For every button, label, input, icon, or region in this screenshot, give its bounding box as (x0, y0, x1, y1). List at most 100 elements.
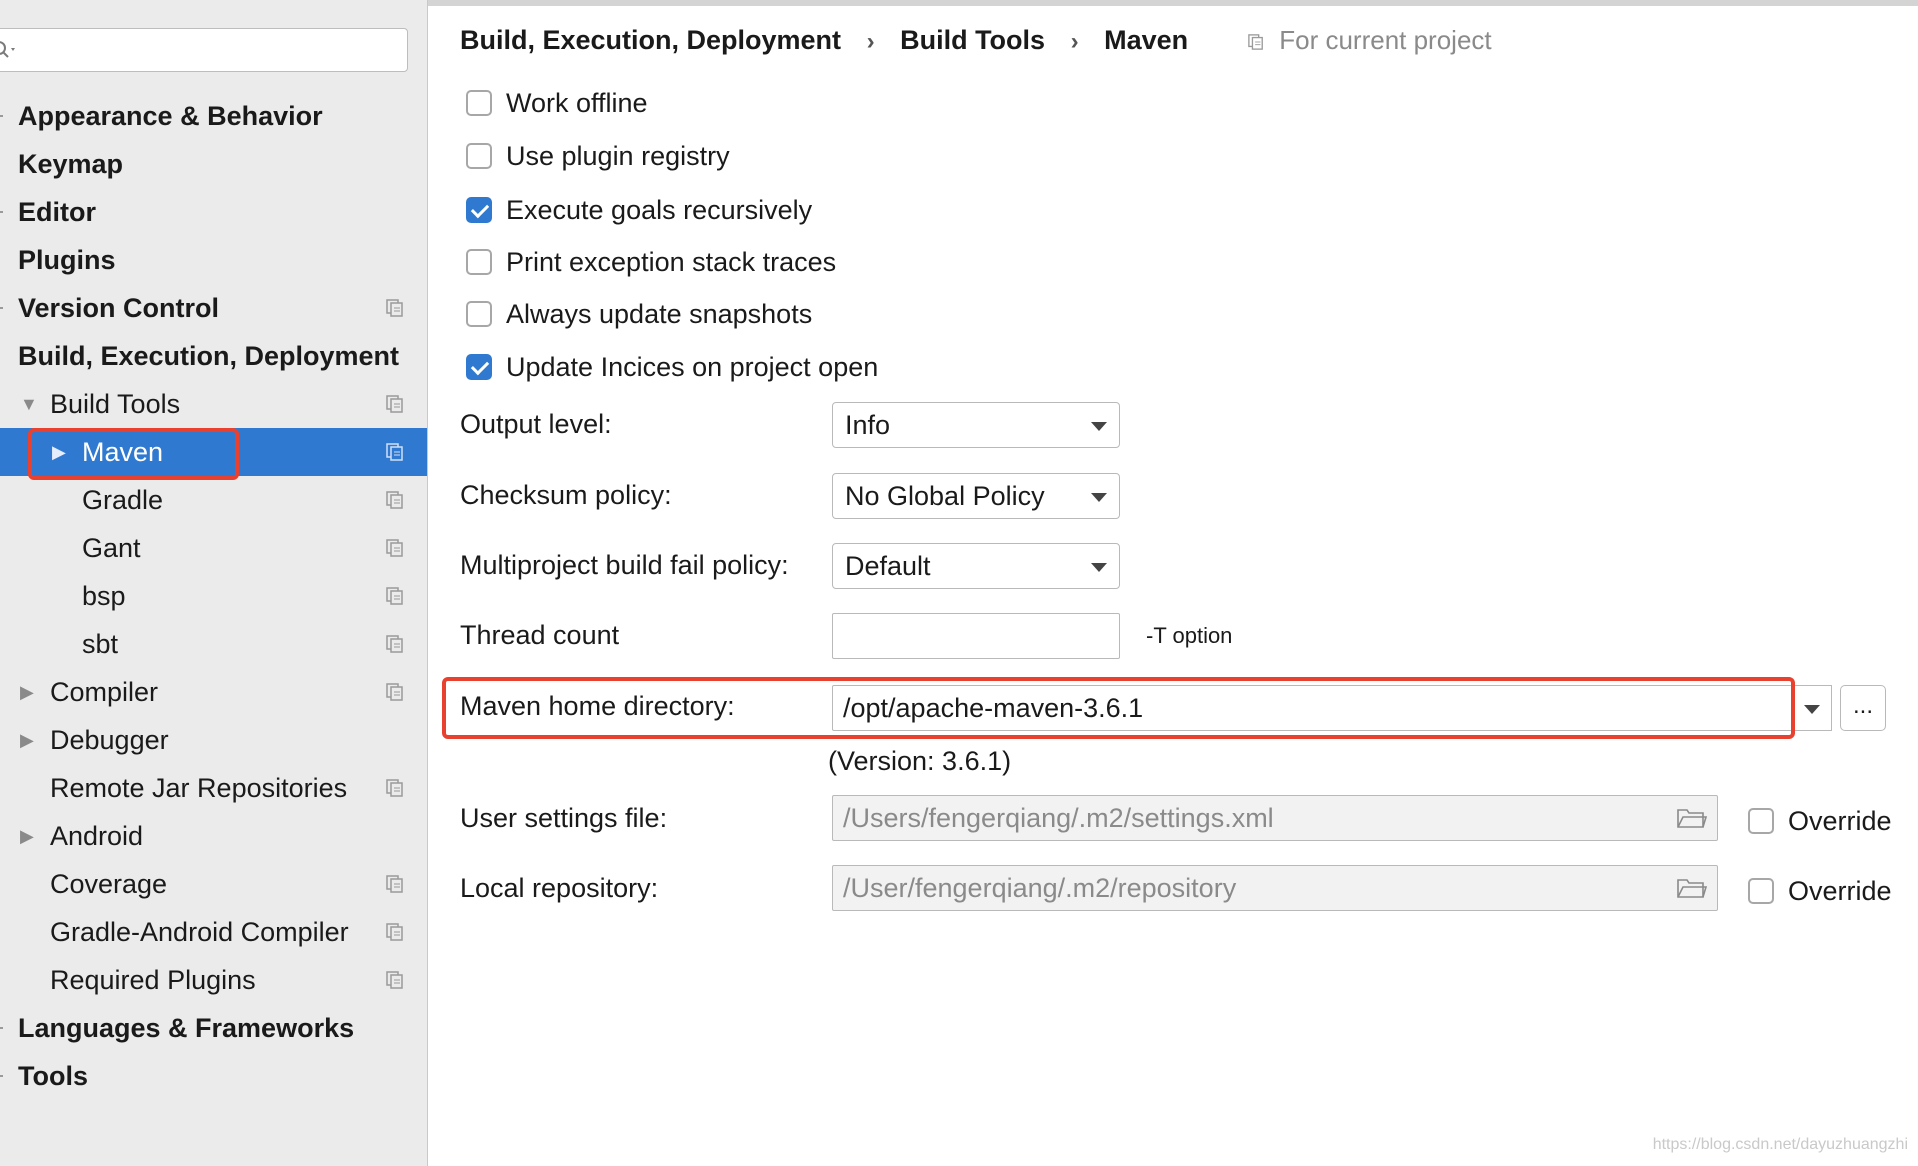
chevron-right-icon[interactable]: ▶ (20, 668, 34, 716)
maven-highlight-box (28, 428, 239, 480)
chevron-right-icon[interactable]: ▶ (20, 716, 34, 764)
project-scope-icon (386, 539, 403, 557)
user-settings-label: User settings file: (460, 803, 668, 833)
breadcrumb-item[interactable]: Build, Execution, Deployment (460, 20, 841, 60)
sidebar-item-gant[interactable]: Gant (0, 524, 427, 572)
dropdown-caret-icon (1091, 493, 1107, 502)
print-exception-stack-traces-checkbox[interactable] (466, 249, 492, 275)
local-repository-override-checkbox[interactable] (1748, 878, 1774, 904)
sidebar-item-sbt[interactable]: sbt (0, 620, 427, 668)
project-scope-icon (386, 635, 403, 653)
breadcrumb-item[interactable]: Build Tools (900, 20, 1045, 60)
checksum-policy-select[interactable]: No Global Policy (832, 473, 1120, 519)
sidebar-item-editor[interactable]: Editor (0, 188, 427, 236)
breadcrumb-separator: › (1070, 28, 1079, 55)
sidebar-item-build-tools[interactable]: ▼ Build Tools (0, 380, 427, 428)
sidebar-item-label: Build, Execution, Deployment (18, 341, 400, 371)
sidebar-item-label: Version Control (18, 293, 220, 323)
sidebar-item-bsp[interactable]: bsp (0, 572, 427, 620)
maven-version-text: (Version: 3.6.1) (828, 746, 1012, 776)
project-scope-icon (386, 971, 403, 989)
project-scope-icon (386, 875, 403, 893)
sidebar-item-debugger[interactable]: ▶ Debugger (0, 716, 427, 764)
multiproject-policy-label: Multiproject build fail policy: (460, 550, 789, 580)
folder-icon[interactable] (1677, 877, 1707, 899)
sidebar-item-label: Remote Jar Repositories (50, 773, 348, 803)
thread-count-input[interactable] (832, 613, 1120, 659)
sidebar-item-label: Gradle-Android Compiler (50, 917, 349, 947)
local-repository-input[interactable]: /User/fengerqiang/.m2/repository (832, 865, 1718, 911)
checkbox-label: Print exception stack traces (506, 247, 837, 277)
sidebar-item-label: Gradle (82, 485, 164, 515)
breadcrumb: Build, Execution, Deployment › Build Too… (460, 20, 1188, 60)
multiproject-policy-select[interactable]: Default (832, 543, 1120, 589)
project-scope-icon (386, 443, 403, 461)
sidebar-item-label: Debugger (50, 725, 169, 755)
chevron-right-icon[interactable]: ▶ (20, 812, 34, 860)
sidebar-item-label: sbt (82, 629, 119, 659)
work-offline-checkbox[interactable] (466, 90, 492, 116)
select-value: Info (845, 410, 891, 440)
collapsed-marker (0, 115, 3, 117)
output-level-select[interactable]: Info (832, 402, 1120, 448)
use-plugin-registry-checkbox[interactable] (466, 143, 492, 169)
breadcrumb-item: Maven (1104, 25, 1189, 55)
project-scope-icon (386, 779, 403, 797)
sidebar-item-gradle-android-compiler[interactable]: Gradle-Android Compiler (0, 908, 427, 956)
sidebar-item-required-plugins[interactable]: Required Plugins (0, 956, 427, 1004)
project-scope-icon (386, 683, 403, 701)
sidebar-item-appearance-behavior[interactable]: Appearance & Behavior (0, 92, 427, 140)
maven-home-dropdown-button[interactable] (1794, 685, 1832, 731)
always-update-snapshots-checkbox[interactable] (466, 301, 492, 327)
user-settings-override-checkbox[interactable] (1748, 808, 1774, 834)
chevron-down-icon[interactable]: ▼ (20, 380, 38, 428)
sidebar-item-label: Languages & Frameworks (18, 1013, 355, 1043)
dropdown-caret-icon (1091, 563, 1107, 572)
checkbox-label: Update Incices on project open (506, 352, 879, 382)
sidebar-item-keymap[interactable]: Keymap (0, 140, 427, 188)
checkbox-label: Work offline (506, 88, 648, 118)
sidebar-item-tools[interactable]: Tools (0, 1052, 427, 1100)
sidebar-item-coverage[interactable]: Coverage (0, 860, 427, 908)
folder-icon[interactable] (1677, 807, 1707, 829)
update-indices-checkbox[interactable] (466, 354, 492, 380)
checksum-policy-label: Checksum policy: (460, 480, 672, 510)
collapsed-marker (0, 1027, 3, 1029)
sidebar-item-gradle[interactable]: Gradle (0, 476, 427, 524)
dropdown-caret-icon (1804, 705, 1820, 714)
maven-home-browse-button[interactable]: ... (1840, 685, 1886, 731)
sidebar-item-remote-jar-repositories[interactable]: Remote Jar Repositories (0, 764, 427, 812)
scope-indicator: For current project (1248, 20, 1492, 60)
sidebar-item-label: Editor (18, 197, 96, 227)
search-icon (0, 41, 15, 58)
sidebar-item-plugins[interactable]: Plugins (0, 236, 427, 284)
sidebar-item-label: Appearance & Behavior (18, 101, 323, 131)
sidebar-item-compiler[interactable]: ▶ Compiler (0, 668, 427, 716)
output-level-label: Output level: (460, 409, 612, 439)
sidebar-item-label: Build Tools (50, 389, 181, 419)
sidebar-item-label: Tools (18, 1061, 88, 1091)
checkbox-label: Override (1788, 806, 1892, 836)
select-value: No Global Policy (845, 481, 1045, 511)
sidebar-item-version-control[interactable]: Version Control (0, 284, 427, 332)
collapsed-marker (0, 1075, 3, 1077)
sidebar-item-label: Required Plugins (50, 965, 256, 995)
dropdown-caret-icon (1091, 422, 1107, 431)
sidebar-item-build-execution-deployment[interactable]: Build, Execution, Deployment (0, 332, 427, 380)
input-value: /User/fengerqiang/.m2/repository (843, 873, 1237, 903)
sidebar-item-label: bsp (82, 581, 126, 611)
sidebar-item-label: Keymap (18, 149, 124, 179)
sidebar-item-languages-frameworks[interactable]: Languages & Frameworks (0, 1004, 427, 1052)
execute-goals-recursively-checkbox[interactable] (466, 197, 492, 223)
project-scope-icon (386, 587, 403, 605)
checkbox-label: Always update snapshots (506, 299, 813, 329)
search-input[interactable] (0, 28, 408, 72)
user-settings-input[interactable]: /Users/fengerqiang/.m2/settings.xml (832, 795, 1718, 841)
project-scope-icon (386, 395, 403, 413)
checkbox-label: Use plugin registry (506, 141, 730, 171)
sidebar-item-android[interactable]: ▶ Android (0, 812, 427, 860)
collapsed-marker (0, 307, 3, 309)
maven-settings-panel: Build, Execution, Deployment › Build Too… (428, 6, 1918, 1166)
thread-count-hint: -T option (1146, 623, 1233, 648)
project-scope-icon (1248, 34, 1263, 50)
